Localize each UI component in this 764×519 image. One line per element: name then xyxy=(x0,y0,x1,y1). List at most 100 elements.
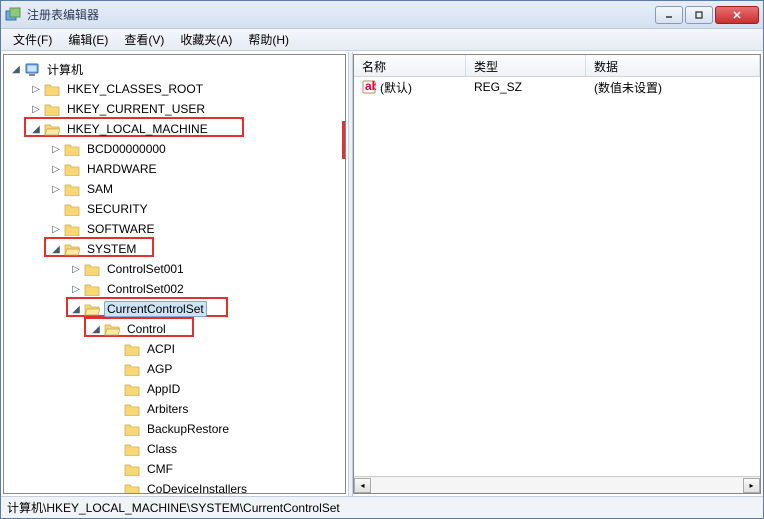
regsz-icon xyxy=(362,80,376,94)
menu-view[interactable]: 查看(V) xyxy=(116,28,172,51)
chevron-right-icon[interactable]: ▷ xyxy=(30,103,42,115)
node-label[interactable]: Arbiters xyxy=(144,401,191,417)
folder-icon xyxy=(44,102,60,116)
chevron-right-icon[interactable]: ▷ xyxy=(50,183,62,195)
tree-node-appid[interactable]: ▷ AppID xyxy=(6,379,343,399)
tree-node-ccs[interactable]: ◢ CurrentControlSet xyxy=(6,299,343,319)
tree-node-class[interactable]: ▷ Class xyxy=(6,439,343,459)
tree-pane[interactable]: ◢ 计算机 ▷ HKEY_CLASSES_ROOT ▷ HKEY_CURRENT… xyxy=(3,54,346,494)
folder-icon xyxy=(64,142,80,156)
node-label[interactable]: HKEY_CURRENT_USER xyxy=(64,101,208,117)
tree-node-hardware[interactable]: ▷ HARDWARE xyxy=(6,159,343,179)
menubar: 文件(F) 编辑(E) 查看(V) 收藏夹(A) 帮助(H) xyxy=(1,29,763,51)
folder-icon xyxy=(124,342,140,356)
node-label[interactable]: AppID xyxy=(144,381,183,397)
tree-node-control[interactable]: ◢ Control xyxy=(6,319,343,339)
node-label[interactable]: ControlSet002 xyxy=(104,281,187,297)
tree-node-codev[interactable]: ▷ CoDeviceInstallers xyxy=(6,479,343,494)
menu-file[interactable]: 文件(F) xyxy=(5,28,60,51)
registry-editor-window: 注册表编辑器 文件(F) 编辑(E) 查看(V) 收藏夹(A) 帮助(H) ◢ … xyxy=(0,0,764,519)
folder-open-icon xyxy=(104,322,120,336)
folder-icon xyxy=(84,262,100,276)
node-label[interactable]: HKEY_LOCAL_MACHINE xyxy=(64,121,211,137)
title-text: 注册表编辑器 xyxy=(27,6,655,23)
folder-icon xyxy=(64,222,80,236)
horizontal-scrollbar[interactable]: ◂ ▸ xyxy=(354,476,760,493)
node-label[interactable]: CoDeviceInstallers xyxy=(144,481,250,494)
maximize-button[interactable] xyxy=(685,6,713,24)
chevron-right-icon[interactable]: ▷ xyxy=(70,263,82,275)
folder-icon xyxy=(124,442,140,456)
tree-node-security[interactable]: ▷ SECURITY xyxy=(6,199,343,219)
menu-favorites[interactable]: 收藏夹(A) xyxy=(172,28,240,51)
node-label[interactable]: SYSTEM xyxy=(84,241,139,257)
node-label[interactable]: SAM xyxy=(84,181,116,197)
app-icon xyxy=(5,7,21,23)
tree-node-agp[interactable]: ▷ AGP xyxy=(6,359,343,379)
tree-node-cs002[interactable]: ▷ ControlSet002 xyxy=(6,279,343,299)
minimize-button[interactable] xyxy=(655,6,683,24)
status-path: 计算机\HKEY_LOCAL_MACHINE\SYSTEM\CurrentCon… xyxy=(7,499,340,516)
node-label[interactable]: CMF xyxy=(144,461,176,477)
list-body[interactable]: (默认) REG_SZ (数值未设置) xyxy=(354,77,760,476)
scroll-right-button[interactable]: ▸ xyxy=(743,478,760,493)
tree-node-bcd[interactable]: ▷ BCD00000000 xyxy=(6,139,343,159)
menu-edit[interactable]: 编辑(E) xyxy=(60,28,116,51)
chevron-right-icon[interactable]: ▷ xyxy=(50,143,62,155)
node-label[interactable]: ACPI xyxy=(144,341,178,357)
folder-icon xyxy=(44,82,60,96)
tree-node-acpi[interactable]: ▷ ACPI xyxy=(6,339,343,359)
chevron-right-icon[interactable]: ▷ xyxy=(70,283,82,295)
tree-node-computer[interactable]: ◢ 计算机 xyxy=(6,59,343,79)
folder-icon xyxy=(64,182,80,196)
node-label[interactable]: 计算机 xyxy=(44,60,86,79)
node-label[interactable]: Control xyxy=(124,321,169,337)
chevron-down-icon[interactable]: ◢ xyxy=(30,123,42,135)
tree-node-backup[interactable]: ▷ BackupRestore xyxy=(6,419,343,439)
folder-icon xyxy=(124,382,140,396)
folder-icon xyxy=(124,402,140,416)
chevron-down-icon[interactable]: ◢ xyxy=(70,303,82,315)
list-row[interactable]: (默认) REG_SZ (数值未设置) xyxy=(354,77,760,97)
folder-icon xyxy=(64,162,80,176)
tree-node-hkcr[interactable]: ▷ HKEY_CLASSES_ROOT xyxy=(6,79,343,99)
chevron-right-icon[interactable]: ▷ xyxy=(50,163,62,175)
close-button[interactable] xyxy=(715,6,759,24)
chevron-down-icon[interactable]: ◢ xyxy=(10,63,22,75)
chevron-right-icon[interactable]: ▷ xyxy=(50,223,62,235)
node-label[interactable]: AGP xyxy=(144,361,175,377)
node-label[interactable]: BackupRestore xyxy=(144,421,232,437)
node-label[interactable]: BCD00000000 xyxy=(84,141,169,157)
list-header: 名称 类型 数据 xyxy=(354,55,760,77)
node-label[interactable]: SECURITY xyxy=(84,201,151,217)
tree-node-cmf[interactable]: ▷ CMF xyxy=(6,459,343,479)
tree-node-hklm[interactable]: ◢ HKEY_LOCAL_MACHINE xyxy=(6,119,343,139)
node-label[interactable]: HKEY_CLASSES_ROOT xyxy=(64,81,206,97)
folder-icon xyxy=(124,482,140,494)
node-label[interactable]: HARDWARE xyxy=(84,161,160,177)
node-label[interactable]: CurrentControlSet xyxy=(104,301,207,317)
scroll-track[interactable] xyxy=(371,478,743,493)
tree-node-hkcu[interactable]: ▷ HKEY_CURRENT_USER xyxy=(6,99,343,119)
menu-help[interactable]: 帮助(H) xyxy=(240,28,297,51)
value-name: (默认) xyxy=(380,79,412,96)
node-label[interactable]: ControlSet001 xyxy=(104,261,187,277)
column-name[interactable]: 名称 xyxy=(354,55,466,76)
tree-node-sam[interactable]: ▷ SAM xyxy=(6,179,343,199)
chevron-down-icon[interactable]: ◢ xyxy=(50,243,62,255)
column-data[interactable]: 数据 xyxy=(586,55,760,76)
folder-open-icon xyxy=(44,122,60,136)
tree-node-system[interactable]: ◢ SYSTEM xyxy=(6,239,343,259)
column-type[interactable]: 类型 xyxy=(466,55,586,76)
tree-node-cs001[interactable]: ▷ ControlSet001 xyxy=(6,259,343,279)
folder-icon xyxy=(64,202,80,216)
scroll-left-button[interactable]: ◂ xyxy=(354,478,371,493)
tree-node-software[interactable]: ▷ SOFTWARE xyxy=(6,219,343,239)
node-label[interactable]: Class xyxy=(144,441,180,457)
chevron-down-icon[interactable]: ◢ xyxy=(90,323,102,335)
chevron-right-icon[interactable]: ▷ xyxy=(30,83,42,95)
tree-node-arbiters[interactable]: ▷ Arbiters xyxy=(6,399,343,419)
value-type: REG_SZ xyxy=(466,78,586,96)
folder-icon xyxy=(124,422,140,436)
node-label[interactable]: SOFTWARE xyxy=(84,221,158,237)
